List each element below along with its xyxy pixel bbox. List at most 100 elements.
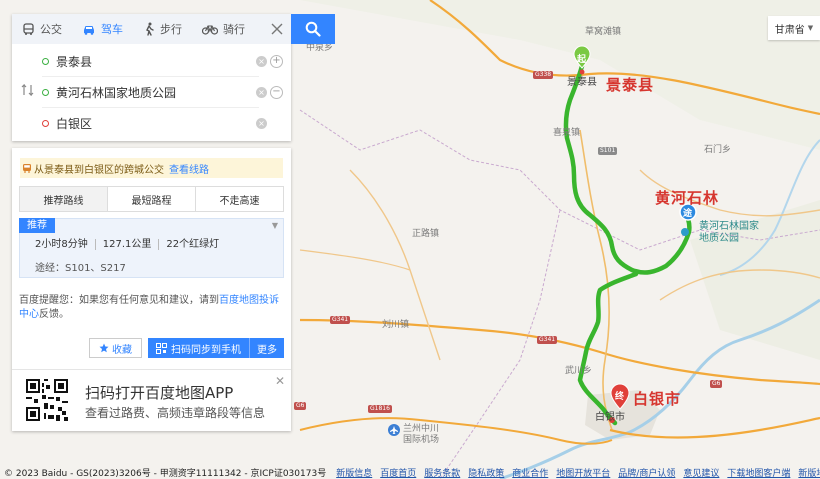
waypoint-list: × + × − × <box>12 44 291 141</box>
footer-link[interactable]: 新版地图 <box>798 466 820 479</box>
road-shield: S101 <box>598 147 618 155</box>
airport-label: 兰州中川 国际机场 <box>403 424 440 445</box>
remove-waypoint-button[interactable]: − <box>270 86 283 99</box>
footer-link[interactable]: 隐私政策 <box>468 466 504 479</box>
jingtai-city-label: 景泰县 <box>606 76 655 94</box>
jingtai-small-label: 景泰县 <box>567 77 597 88</box>
bus-icon <box>23 22 34 35</box>
route-result-panel: 从景泰县到白银区的跨城公交 查看线路 推荐路线 最短路程 不走高速 推荐 ▼ 2… <box>12 148 291 431</box>
tab-walk-label: 步行 <box>160 23 182 36</box>
tip-text-before: 百度提醒您：如果您有任何意见和建议，请到 <box>19 295 219 306</box>
swap-icon <box>21 83 34 97</box>
poi-shilin-dot <box>681 228 689 236</box>
footer-link[interactable]: 百度首页 <box>380 466 416 479</box>
town-caotan: 草窝滩镇 <box>585 27 622 37</box>
province-selector[interactable]: 甘肃省 ▼ <box>768 16 820 40</box>
more-button[interactable]: 更多 <box>250 338 284 358</box>
baiyin-city-label: 白银市 <box>633 390 682 408</box>
notice-text: 从景泰县到白银区的跨城公交 <box>34 164 164 176</box>
intercity-bus-notice: 从景泰县到白银区的跨城公交 查看线路 <box>20 158 283 178</box>
tab-bike[interactable]: 骑行 <box>192 14 255 44</box>
promo-title: 扫码打开百度地图APP <box>85 384 234 402</box>
baiyin-small-label: 白银市 <box>595 412 625 423</box>
route-actions: 收藏 扫码同步到手机 更多 <box>89 338 284 358</box>
tab-no-highway[interactable]: 不走高速 <box>196 187 283 211</box>
tab-bus[interactable]: 公交 <box>12 14 72 44</box>
footer-link[interactable]: 商业合作 <box>512 466 548 479</box>
promo-subtitle: 查看过路费、高频违章路段等信息 <box>85 406 266 420</box>
road-shield: G6 <box>294 402 307 410</box>
feedback-tip: 百度提醒您：如果您有任何意见和建议，请到百度地图投诉中心反馈。 <box>19 294 284 322</box>
route-option-tabs: 推荐路线 最短路程 不走高速 <box>19 186 284 212</box>
clear-end-button[interactable]: × <box>256 118 267 129</box>
end-input[interactable] <box>56 116 226 131</box>
end-marker-label: 终 <box>615 392 625 402</box>
footer-link[interactable]: 服务条款 <box>424 466 460 479</box>
road-shield: G6 <box>710 380 723 388</box>
close-panel-button[interactable] <box>263 14 291 44</box>
favorite-label: 收藏 <box>112 344 132 356</box>
chevron-down-icon: ▼ <box>807 24 814 32</box>
plan-lights: 22个红绿灯 <box>158 239 226 250</box>
view-lines-link[interactable]: 查看线路 <box>169 161 209 176</box>
footer-link[interactable]: 新版信息 <box>336 466 372 479</box>
footer-link[interactable]: 地图开放平台 <box>556 466 610 479</box>
favorite-button[interactable]: 收藏 <box>89 338 142 358</box>
plan-via: 途经：S101、S217 <box>35 263 126 274</box>
search-icon <box>305 21 321 37</box>
add-waypoint-button[interactable]: + <box>270 55 283 68</box>
car-icon <box>84 25 94 35</box>
shilin-label: 黄河石林 <box>655 189 720 207</box>
scan-sync-button[interactable]: 扫码同步到手机 更多 <box>148 338 284 358</box>
mode-tabs: 公交 驾车 步行 骑行 <box>12 14 291 44</box>
search-button[interactable] <box>291 14 335 44</box>
star-icon <box>99 343 109 353</box>
qr-small-icon <box>156 342 167 354</box>
bus-small-icon <box>23 164 31 173</box>
tab-drive[interactable]: 驾车 <box>72 14 133 44</box>
start-row: × + <box>42 46 283 77</box>
expand-icon[interactable]: ▼ <box>272 221 278 230</box>
start-input[interactable] <box>56 54 226 68</box>
town-xiquan: 喜泉镇 <box>553 128 581 138</box>
tab-shortest[interactable]: 最短路程 <box>108 187 196 211</box>
end-dot-icon <box>42 120 49 127</box>
promo-close-button[interactable]: ✕ <box>275 374 285 388</box>
road-shield: G341 <box>330 316 351 324</box>
recommended-badge: 推荐 <box>19 218 55 233</box>
plan-stats: 2小时8分钟 127.1公里 22个红绿灯 <box>35 239 226 250</box>
footer: © 2023 Baidu - GS(2023)3206号 - 甲测资字11111… <box>0 465 820 479</box>
town-liuchuan: 刘川镇 <box>382 320 410 330</box>
start-marker-label: 起 <box>577 55 587 65</box>
road-shield: G338 <box>533 71 554 79</box>
province-label: 甘肃省 <box>774 24 805 36</box>
plan-duration: 2小时8分钟 <box>35 239 88 250</box>
route-search-panel: 公交 驾车 步行 骑行 × + × − <box>12 14 291 141</box>
bike-icon <box>202 25 218 35</box>
clear-start-button[interactable]: × <box>256 56 267 67</box>
town-wuchuan: 武川乡 <box>565 366 593 376</box>
scan-sync-main[interactable]: 扫码同步到手机 <box>148 338 250 358</box>
road-shield: G1816 <box>368 405 392 413</box>
tab-walk[interactable]: 步行 <box>133 14 192 44</box>
footer-link[interactable]: 品牌/商户认领 <box>618 466 675 479</box>
end-row: × <box>42 108 267 139</box>
footer-link[interactable]: 意见建议 <box>683 466 719 479</box>
walk-icon <box>146 22 154 36</box>
shilin-poi-label-2: 地质公园 <box>699 233 739 244</box>
via-dot-icon <box>42 88 49 96</box>
swap-button[interactable] <box>21 83 34 100</box>
airport-icon <box>388 424 400 436</box>
tab-recommended[interactable]: 推荐路线 <box>20 187 108 211</box>
route-plan-card[interactable]: 推荐 ▼ 2小时8分钟 127.1公里 22个红绿灯 途经：S101、S217 <box>19 218 284 278</box>
tip-text-after: 反馈。 <box>39 309 69 320</box>
footer-link[interactable]: 下载地图客户端 <box>727 466 790 479</box>
tab-drive-label: 驾车 <box>101 23 123 36</box>
via-input[interactable] <box>56 85 226 99</box>
copyright: © 2023 Baidu - GS(2023)3206号 - 甲测资字11111… <box>4 468 327 479</box>
road-shield: G341 <box>537 336 558 344</box>
clear-via-button[interactable]: × <box>256 87 267 98</box>
tab-bus-label: 公交 <box>40 23 62 36</box>
town-zhenglu: 正路镇 <box>412 229 440 239</box>
close-icon <box>271 23 283 35</box>
